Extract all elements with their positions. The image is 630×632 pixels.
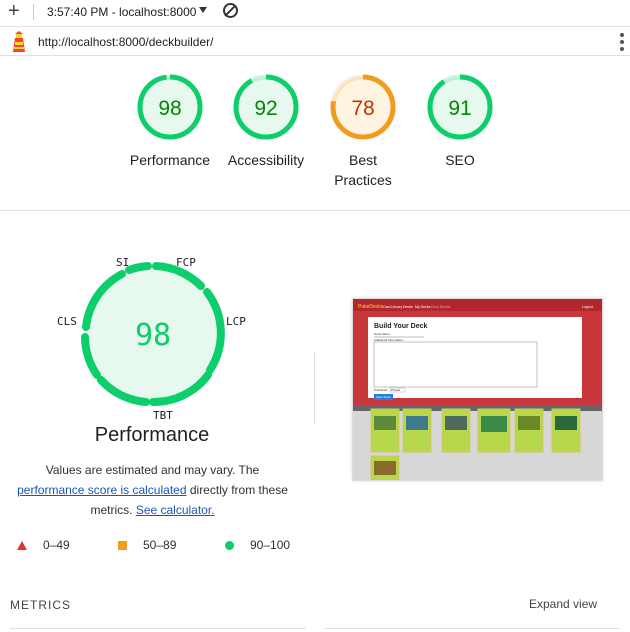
legend-fail-range: 0–49 (43, 538, 70, 552)
axis-label-lcp: LCP (226, 315, 246, 328)
gauge-score: 98 (158, 97, 181, 120)
expand-view-toggle[interactable]: Expand view (529, 597, 597, 611)
gauge-label: Performance (129, 152, 211, 168)
final-screenshot[interactable]: PokeDecks Card Library Decks My Decks De… (352, 298, 603, 481)
vertical-divider (314, 352, 315, 424)
legend-pass-range: 90–100 (250, 538, 291, 552)
svg-text:Logout: Logout (582, 305, 593, 309)
average-square-icon (118, 540, 127, 550)
legend-average: 50–89 (118, 538, 176, 552)
description-text: metrics. (90, 503, 136, 517)
performance-metric-gauge: 98 (81, 262, 225, 407)
metrics-divider (10, 628, 306, 629)
svg-text:Published:: Published: (374, 388, 388, 392)
seo-gauge-icon: 91 (427, 74, 493, 140)
chevron-down-icon[interactable] (199, 7, 207, 13)
accessibility-gauge-icon: 92 (233, 74, 299, 140)
performance-score: 98 (135, 318, 171, 353)
svg-text:My Decks: My Decks (415, 305, 431, 309)
performance-description: Values are estimated and may vary. The p… (10, 460, 295, 520)
devtools-toolbar: + 3:57:40 PM - localhost:8000 (0, 0, 630, 24)
pass-circle-icon (225, 540, 234, 550)
metrics-heading: METRICS (10, 598, 71, 612)
performance-title: Performance (94, 424, 210, 446)
metrics-divider (324, 628, 620, 629)
gauge-seo[interactable]: 91 SEO (405, 74, 515, 170)
legend-pass: 90–100 (225, 538, 290, 552)
axis-label-fcp: FCP (176, 256, 196, 269)
gauge-label: SEO (445, 152, 475, 168)
gauge-label: Best Practices (334, 152, 392, 188)
svg-text:Card Library: Card Library (383, 305, 403, 309)
gauge-best-practices[interactable]: 78 Best Practices (308, 74, 418, 190)
gauge-accessibility[interactable]: 92 Accessibility (211, 74, 321, 170)
axis-label-tbt: TBT (153, 409, 173, 422)
gauge-score: 78 (351, 97, 374, 120)
clear-icon[interactable] (223, 3, 238, 18)
svg-text:Private: Private (391, 388, 401, 392)
url-bar: http://localhost:8000/deckbuilder/ (0, 26, 630, 56)
more-options-icon[interactable] (620, 33, 624, 51)
fail-triangle-icon (17, 540, 27, 550)
screenshot-image: PokeDecks Card Library Decks My Decks De… (353, 299, 602, 480)
gauge-score: 91 (448, 97, 471, 120)
audited-url[interactable]: http://localhost:8000/deckbuilder/ (38, 35, 213, 49)
score-calculated-link[interactable]: performance score is calculated (17, 483, 186, 497)
see-calculator-link[interactable]: See calculator. (136, 503, 215, 517)
gauge-score: 92 (254, 97, 277, 120)
gauge-label: Accessibility (227, 152, 305, 168)
svg-text:Deck Builder: Deck Builder (431, 305, 452, 309)
svg-text:Deck Name:: Deck Name: (374, 332, 391, 336)
axis-label-si: SI (116, 256, 130, 269)
performance-gauge-icon: 98 (137, 74, 203, 140)
svg-text:Save Deck: Save Deck (376, 395, 391, 399)
toolbar-divider (33, 4, 34, 20)
best-practices-gauge-icon: 78 (330, 74, 396, 140)
svg-text:PokeDecks: PokeDecks (358, 304, 384, 310)
svg-text:Additional Information:: Additional Information: (374, 338, 404, 342)
legend-average-range: 50–89 (143, 538, 177, 552)
description-text: Values are estimated and may vary. The (45, 463, 260, 477)
report-timestamp: 3:57:40 PM - localhost:8000 (47, 5, 197, 19)
section-divider (0, 210, 630, 211)
description-text: directly from these (186, 483, 288, 497)
svg-text:Decks: Decks (403, 305, 413, 309)
axis-label-cls: CLS (57, 315, 77, 328)
gauge-performance[interactable]: 98 Performance (115, 74, 225, 170)
new-report-icon[interactable]: + (8, 1, 20, 21)
lighthouse-logo-icon (13, 31, 25, 52)
svg-text:Build Your Deck: Build Your Deck (374, 323, 428, 330)
legend-fail: 0–49 (17, 538, 70, 552)
fcp-arc (125, 262, 152, 274)
